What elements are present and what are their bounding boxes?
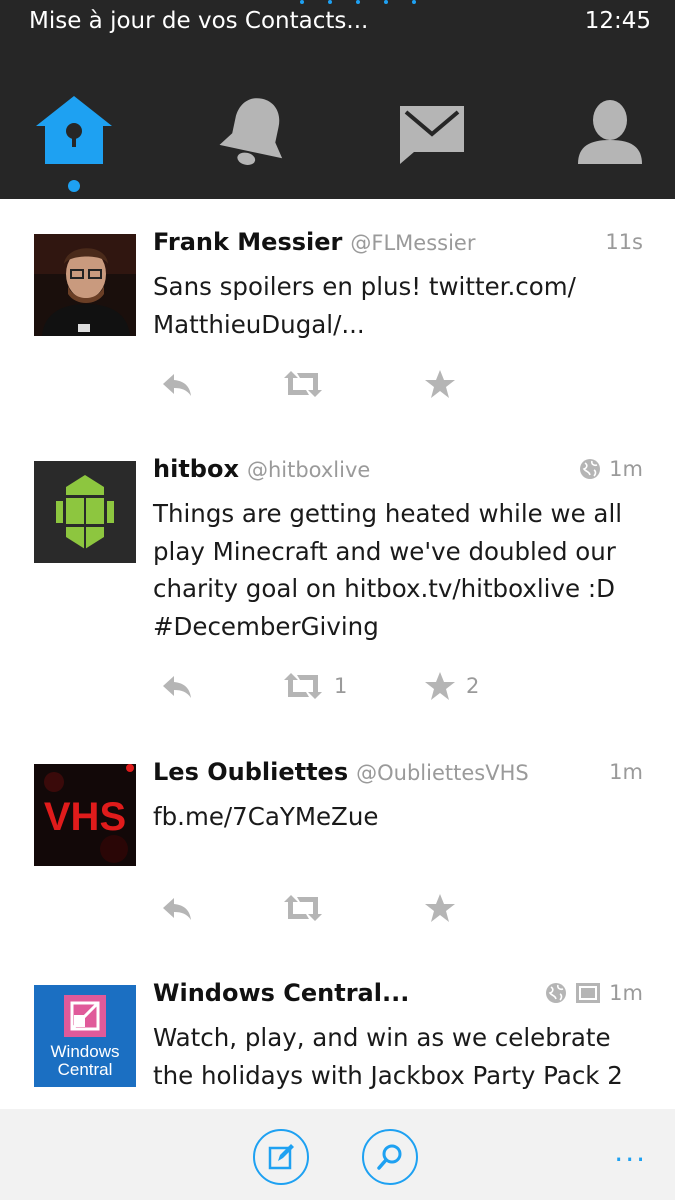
search-icon — [377, 1144, 402, 1170]
status-time: 12:45 — [584, 8, 651, 34]
status-message: Mise à jour de vos Contacts... — [29, 8, 369, 34]
tab-profile[interactable] — [570, 92, 650, 172]
avatar-logo-text: Central — [58, 1060, 113, 1079]
avatar[interactable]: VHS — [34, 764, 136, 866]
author-handle: @FLMessier — [350, 231, 476, 255]
tweet-header: Frank Messier @FLMessier 11s — [153, 228, 643, 262]
avatar[interactable] — [34, 234, 136, 336]
favorite-count: 2 — [466, 674, 480, 698]
retweet-icon — [284, 895, 322, 921]
author-name[interactable]: hitbox — [153, 455, 239, 483]
author-handle: @OubliettesVHS — [356, 761, 529, 785]
avatar-logo-text: Windows — [51, 1042, 120, 1061]
retweet-button[interactable] — [282, 888, 334, 928]
search-button[interactable] — [362, 1129, 418, 1185]
bell-icon — [219, 98, 283, 165]
retweet-icon — [284, 673, 322, 699]
progress-indicator — [298, 0, 418, 8]
tweet-time: 1m — [609, 981, 643, 1005]
person-icon — [578, 100, 642, 164]
favorite-button[interactable] — [424, 364, 466, 404]
author-name[interactable]: Les Oubliettes — [153, 758, 348, 786]
avatar[interactable]: Windows Central — [34, 985, 136, 1087]
star-icon — [425, 370, 455, 398]
compose-icon — [268, 1144, 294, 1170]
retweet-button[interactable]: 1 — [282, 666, 347, 706]
tab-messages[interactable] — [392, 92, 472, 172]
tweet-text-line: #DecemberGiving — [153, 611, 379, 641]
tab-notifications[interactable] — [215, 92, 295, 172]
author-name[interactable]: Windows Central... — [153, 979, 409, 1007]
star-icon — [425, 894, 455, 922]
tweet-header: Windows Central... 1m — [153, 979, 643, 1013]
reply-button[interactable] — [160, 364, 194, 404]
tweet-text-line: MatthieuDugal/... — [153, 309, 365, 339]
globe-icon — [546, 983, 567, 1003]
retweet-count: 1 — [334, 674, 348, 698]
star-icon — [425, 672, 455, 700]
tweet-actions: 1 2 — [160, 666, 580, 706]
reply-icon — [163, 676, 191, 698]
tweet-text-line: charity goal on hitbox.tv/hitboxlive :D — [153, 574, 615, 603]
tweet-actions — [160, 888, 580, 928]
tweet-time: 1m — [609, 760, 643, 784]
timeline[interactable]: Frank Messier @FLMessier 11s Sans spoiler… — [0, 199, 675, 1109]
active-tab-indicator — [68, 180, 80, 192]
reply-button[interactable] — [160, 888, 194, 928]
tweet-time: 11s — [605, 230, 643, 254]
retweet-icon — [284, 371, 322, 397]
tweet-text-line: Sans spoilers en plus! twitter.com/ — [153, 272, 576, 301]
tweet-time: 1m — [609, 457, 643, 481]
more-button[interactable]: ... — [614, 1135, 647, 1168]
app-bar: ... — [0, 1109, 675, 1200]
home-icon — [36, 96, 112, 164]
tweet-header: Les Oubliettes @OubliettesVHS 1m — [153, 758, 643, 792]
author-handle: @hitboxlive — [246, 458, 371, 482]
globe-icon — [580, 459, 601, 479]
reply-button[interactable] — [160, 666, 194, 706]
avatar[interactable] — [34, 461, 136, 563]
reply-icon — [163, 898, 191, 920]
envelope-icon — [400, 106, 464, 164]
tweet-actions — [160, 364, 580, 404]
tweet-text[interactable]: Watch, play, and win as we celebrate the… — [153, 1019, 643, 1094]
avatar-logo-text: VHS — [44, 795, 126, 839]
author-name[interactable]: Frank Messier — [153, 228, 342, 256]
favorite-button[interactable] — [424, 888, 466, 928]
reply-icon — [163, 374, 191, 396]
tweet-text-line: fb.me/7CaYMeZue — [153, 802, 379, 831]
compose-button[interactable] — [253, 1129, 309, 1185]
tweet-text[interactable]: Things are getting heated while we all p… — [153, 495, 643, 645]
retweet-button[interactable] — [282, 364, 334, 404]
favorite-button[interactable]: 2 — [424, 666, 479, 706]
tweet-text-line: Watch, play, and win as we celebrate — [153, 1023, 611, 1052]
tweet-text-line: the holidays with Jackbox Party Pack 2 — [153, 1060, 623, 1090]
tweet-text-line: Things are getting heated while we all — [153, 499, 623, 528]
top-bar: Mise à jour de vos Contacts... 12:45 — [0, 0, 675, 199]
tweet-text-line: play Minecraft and we've doubled our — [153, 536, 616, 566]
tweet-header: hitbox @hitboxlive 1m — [153, 455, 643, 489]
tweet-text[interactable]: fb.me/7CaYMeZue — [153, 798, 643, 836]
tab-home[interactable] — [34, 92, 114, 172]
tweet-text[interactable]: Sans spoilers en plus! twitter.com/ Matt… — [153, 268, 643, 343]
media-icon — [576, 983, 601, 1003]
